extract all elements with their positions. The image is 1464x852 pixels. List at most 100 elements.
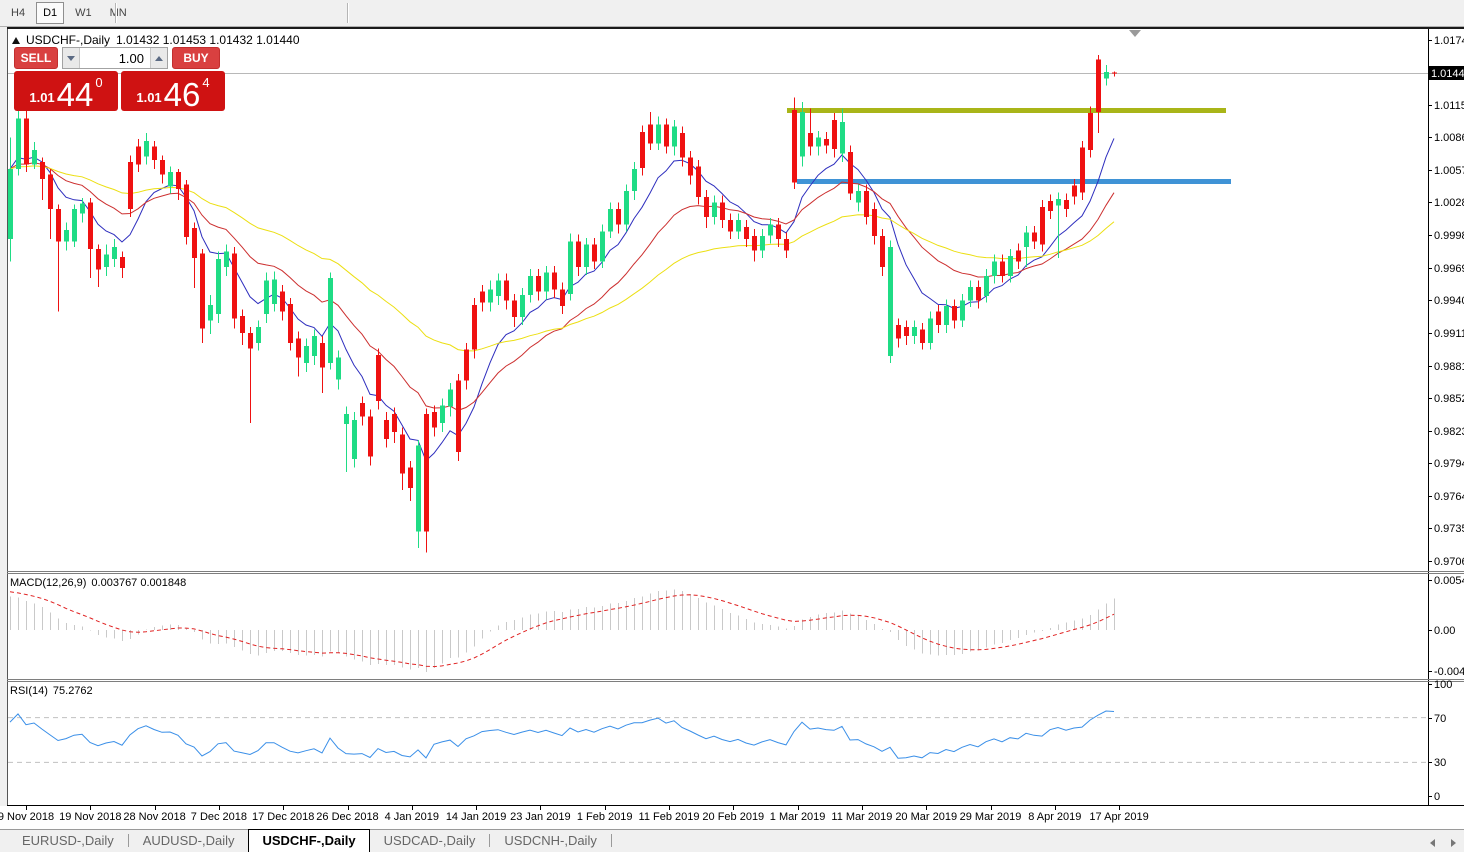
svg-text:28 Nov 2018: 28 Nov 2018: [123, 811, 185, 823]
svg-text:8 Apr 2019: 8 Apr 2019: [1028, 811, 1081, 823]
svg-text:26 Dec 2018: 26 Dec 2018: [316, 811, 378, 823]
macd-values: 0.003767 0.001848: [91, 577, 186, 589]
bid-price-box[interactable]: 1.01 44 0: [14, 71, 118, 111]
timeframe-tab-mn[interactable]: MN: [103, 2, 134, 24]
rsi-name: RSI(14): [10, 685, 48, 697]
pane-splitter: [0, 573, 1464, 574]
pane-splitter: [0, 571, 1464, 572]
tab-usdcad[interactable]: USDCAD-,Daily: [370, 830, 490, 852]
timeframe-tab-w1[interactable]: W1: [68, 2, 99, 24]
pane-splitter: [0, 679, 1464, 680]
time-axis-border: [0, 805, 1464, 806]
toolbar-separator: [115, 3, 116, 23]
svg-text:1.01740: 1.01740: [1434, 35, 1464, 47]
svg-text:29 Mar 2019: 29 Mar 2019: [960, 811, 1022, 823]
volume-input[interactable]: [80, 48, 150, 68]
svg-text:0.97060: 0.97060: [1434, 556, 1464, 568]
buy-button[interactable]: BUY: [172, 47, 220, 69]
tab-scroll-left-icon[interactable]: [1430, 839, 1435, 847]
svg-text:1 Feb 2019: 1 Feb 2019: [577, 811, 633, 823]
svg-text:0.99110: 0.99110: [1434, 328, 1464, 340]
ask-prefix: 1.01: [136, 91, 161, 104]
chart-canvas[interactable]: 1.01740 1.01155 1.00865 1.00570 1.00280 0.999…: [0, 0, 1464, 852]
bid-prefix: 1.01: [29, 91, 54, 104]
svg-text:11 Mar 2019: 11 Mar 2019: [831, 811, 892, 823]
sell-button[interactable]: SELL: [14, 47, 58, 69]
ask-main-digits: 46: [164, 81, 201, 108]
timeframe-tab-d1[interactable]: D1: [36, 2, 64, 24]
up-triangle-icon[interactable]: [12, 37, 20, 44]
timeframe-tab-h4[interactable]: H4: [4, 2, 32, 24]
svg-text:14 Jan 2019: 14 Jan 2019: [446, 811, 507, 823]
chart-ohlc-values: 1.01432 1.01453 1.01432 1.01440: [116, 33, 300, 47]
bid-main-digits: 44: [57, 81, 94, 108]
svg-text:20 Mar 2019: 20 Mar 2019: [895, 811, 957, 823]
candles: [8, 55, 1117, 552]
bid-pip-digit: 0: [95, 76, 102, 89]
resistance-ray[interactable]: [787, 108, 1226, 113]
volume-stepper: [62, 47, 168, 69]
svg-text:0.97940: 0.97940: [1434, 458, 1464, 470]
svg-text:70: 70: [1434, 713, 1446, 725]
toolbar-separator: [347, 3, 348, 23]
svg-text:23 Jan 2019: 23 Jan 2019: [510, 811, 571, 823]
svg-text:20 Feb 2019: 20 Feb 2019: [702, 811, 764, 823]
svg-text:1.00280: 1.00280: [1434, 197, 1464, 209]
volume-increase-button[interactable]: [150, 48, 167, 68]
rsi-label: RSI(14) 75.2762: [10, 685, 98, 697]
tab-usdcnh[interactable]: USDCNH-,Daily: [490, 830, 610, 852]
macd-name: MACD(12,26,9): [10, 577, 86, 589]
svg-text:0.99695: 0.99695: [1434, 263, 1464, 275]
chart-symbol: USDCHF-,Daily: [26, 33, 110, 47]
svg-text:11 Feb 2019: 11 Feb 2019: [639, 811, 700, 823]
tab-divider: [611, 834, 612, 847]
svg-text:1.01440: 1.01440: [1431, 68, 1464, 80]
chart-top-border: [0, 27, 1464, 29]
timeframe-toolbar: H4 D1 W1 MN: [0, 0, 1464, 27]
svg-text:1.00570: 1.00570: [1434, 165, 1464, 177]
svg-text:0.97645: 0.97645: [1434, 491, 1464, 503]
support-ray[interactable]: [797, 179, 1231, 184]
svg-text:19 Nov 2018: 19 Nov 2018: [59, 811, 121, 823]
svg-text:9 Nov 2018: 9 Nov 2018: [0, 811, 54, 823]
svg-text:0.005429: 0.005429: [1434, 575, 1464, 587]
svg-text:0.99985: 0.99985: [1434, 230, 1464, 242]
chevron-down-icon: [67, 56, 75, 61]
svg-text:0.98230: 0.98230: [1434, 426, 1464, 438]
one-click-trade-panel: SELL BUY 1.01 44 0 1.01 46 4: [14, 47, 228, 111]
ask-pip-digit: 4: [202, 76, 209, 89]
chart-shift-marker-icon[interactable]: [1129, 30, 1141, 37]
svg-text:0: 0: [1434, 791, 1440, 803]
tab-scroll-right-icon[interactable]: [1451, 839, 1456, 847]
svg-text:17 Apr 2019: 17 Apr 2019: [1089, 811, 1148, 823]
svg-text:1 Mar 2019: 1 Mar 2019: [770, 811, 826, 823]
window-left-edge: [0, 27, 7, 806]
svg-text:4 Jan 2019: 4 Jan 2019: [385, 811, 439, 823]
svg-text:0.99400: 0.99400: [1434, 295, 1464, 307]
tab-eurusd[interactable]: EURUSD-,Daily: [8, 830, 128, 852]
svg-text:-0.004217: -0.004217: [1434, 666, 1464, 678]
ask-price-box[interactable]: 1.01 46 4: [121, 71, 225, 111]
symbol-tab-bar: EURUSD-,Daily AUDUSD-,Daily USDCHF-,Dail…: [0, 829, 1464, 852]
svg-text:1.01155: 1.01155: [1434, 100, 1464, 112]
tab-audusd[interactable]: AUDUSD-,Daily: [129, 830, 249, 852]
svg-text:0.97355: 0.97355: [1434, 523, 1464, 535]
volume-decrease-button[interactable]: [63, 48, 80, 68]
macd-histogram: [11, 590, 1115, 672]
svg-text:7 Dec 2018: 7 Dec 2018: [191, 811, 247, 823]
chart-left-border: [7, 29, 8, 806]
svg-text:0.98815: 0.98815: [1434, 361, 1464, 373]
rsi-value: 75.2762: [53, 685, 93, 697]
chevron-up-icon: [155, 56, 163, 61]
tab-usdchf[interactable]: USDCHF-,Daily: [248, 829, 369, 852]
svg-text:30: 30: [1434, 757, 1446, 769]
svg-text:0.98525: 0.98525: [1434, 393, 1464, 405]
svg-text:0.00: 0.00: [1434, 625, 1455, 637]
svg-text:100: 100: [1434, 679, 1452, 691]
svg-text:17 Dec 2018: 17 Dec 2018: [252, 811, 314, 823]
macd-label: MACD(12,26,9) 0.003767 0.001848: [10, 577, 191, 589]
svg-text:1.00865: 1.00865: [1434, 132, 1464, 144]
chart-title: USDCHF-,Daily 1.01432 1.01453 1.01432 1.…: [12, 33, 300, 47]
pane-splitter: [0, 681, 1464, 682]
axis-border: [1428, 29, 1429, 806]
